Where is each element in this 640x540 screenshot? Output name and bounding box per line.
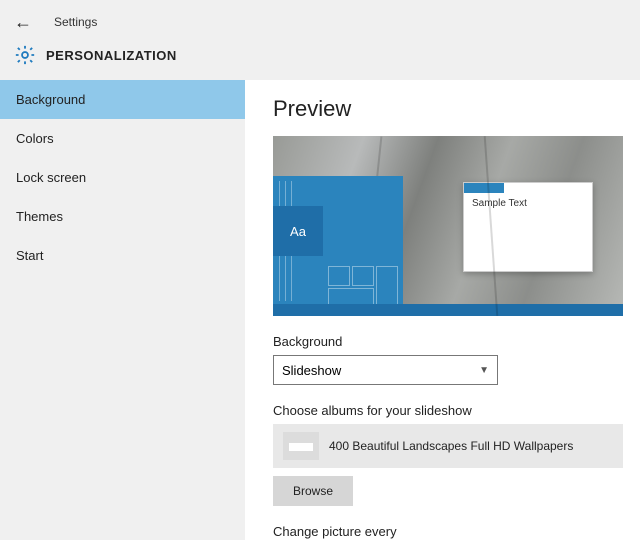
- preview-tile: [328, 266, 350, 286]
- background-select-value: Slideshow: [282, 363, 341, 378]
- background-select[interactable]: Slideshow ▼: [273, 355, 498, 385]
- preview-tile-text: Aa: [290, 224, 306, 239]
- sidebar-item-start[interactable]: Start: [0, 236, 245, 275]
- sidebar-item-themes[interactable]: Themes: [0, 197, 245, 236]
- topbar-title: Settings: [54, 15, 97, 29]
- sidebar: Background Colors Lock screen Themes Sta…: [0, 80, 245, 540]
- album-item[interactable]: 400 Beautiful Landscapes Full HD Wallpap…: [273, 424, 623, 468]
- browse-button[interactable]: Browse: [273, 476, 353, 506]
- browse-button-label: Browse: [293, 484, 333, 498]
- gear-icon: [14, 44, 36, 66]
- background-label: Background: [273, 334, 612, 349]
- topbar: ← Settings: [0, 0, 640, 44]
- sidebar-item-label: Background: [16, 92, 85, 107]
- body: Background Colors Lock screen Themes Sta…: [0, 80, 640, 540]
- preview-start-panel: Aa: [273, 176, 403, 316]
- preview-small-tiles: [328, 266, 400, 308]
- sidebar-item-background[interactable]: Background: [0, 80, 245, 119]
- preview-taskbar: [273, 304, 623, 316]
- main-content: Preview Aa Sample Text Background: [245, 80, 640, 540]
- album-name: 400 Beautiful Landscapes Full HD Wallpap…: [329, 439, 573, 453]
- sidebar-item-label: Lock screen: [16, 170, 86, 185]
- back-arrow-icon[interactable]: ←: [14, 12, 32, 33]
- sidebar-item-label: Start: [16, 248, 43, 263]
- preview-window-text: Sample Text: [464, 193, 592, 214]
- page-header: PERSONALIZATION: [0, 44, 640, 80]
- desktop-preview: Aa Sample Text: [273, 136, 623, 316]
- preview-tile-aa: Aa: [273, 206, 323, 256]
- sidebar-item-lock-screen[interactable]: Lock screen: [0, 158, 245, 197]
- page-title: PERSONALIZATION: [46, 48, 177, 63]
- preview-tile: [352, 266, 374, 286]
- preview-tile: [376, 266, 398, 308]
- sidebar-item-label: Themes: [16, 209, 63, 224]
- interval-label: Change picture every: [273, 524, 612, 539]
- albums-label: Choose albums for your slideshow: [273, 403, 612, 418]
- sidebar-item-label: Colors: [16, 131, 54, 146]
- sidebar-item-colors[interactable]: Colors: [0, 119, 245, 158]
- preview-window-titlebar: [464, 183, 504, 193]
- album-thumbnail-icon: [283, 432, 319, 460]
- chevron-down-icon: ▼: [479, 365, 489, 376]
- preview-heading: Preview: [273, 96, 612, 122]
- preview-window: Sample Text: [463, 182, 593, 272]
